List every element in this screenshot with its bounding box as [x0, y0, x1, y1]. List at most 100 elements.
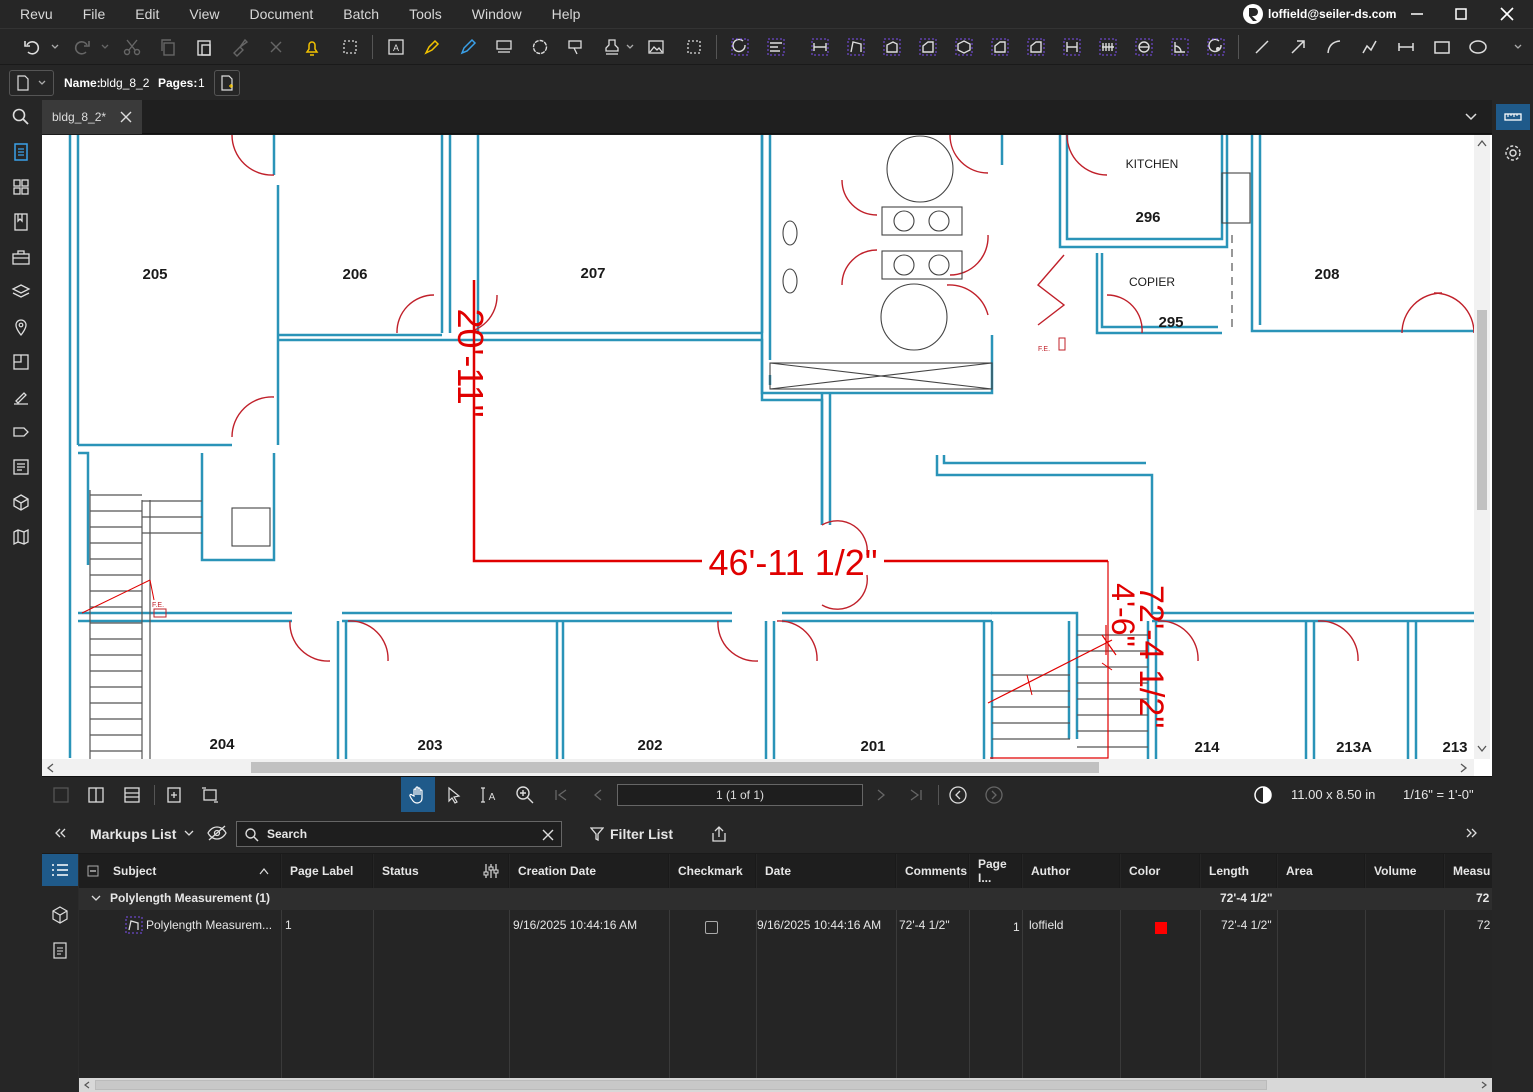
arrow-callout-button[interactable] [564, 35, 588, 59]
export-icon[interactable] [710, 825, 728, 843]
undo-dropdown[interactable] [48, 35, 62, 59]
horizontal-scroll-thumb[interactable] [251, 762, 1099, 773]
layers-panel-button[interactable] [6, 277, 36, 307]
column-creation-date[interactable]: Creation Date [510, 854, 669, 888]
column-settings-icon[interactable] [482, 862, 500, 880]
first-page-icon[interactable] [554, 788, 568, 802]
3d-view-icon[interactable] [50, 905, 70, 925]
split-horizontal-icon[interactable] [123, 786, 141, 804]
measure-calibrate-button[interactable] [728, 35, 752, 59]
pan-tool-button[interactable] [401, 777, 435, 812]
select-area-button[interactable] [338, 35, 362, 59]
minimize-button[interactable] [1394, 0, 1440, 28]
places-panel-button[interactable] [6, 312, 36, 342]
measure-diameter-button[interactable] [1060, 35, 1084, 59]
measurements-panel-button[interactable] [1496, 104, 1530, 130]
measure-polylength-button[interactable] [844, 35, 868, 59]
cloud-button[interactable] [528, 35, 552, 59]
scroll-left-icon[interactable] [83, 1081, 90, 1089]
scroll-left-icon[interactable] [46, 763, 54, 773]
search-panel-button[interactable] [6, 102, 36, 132]
page-number-field[interactable]: 1 (1 of 1) [617, 784, 863, 806]
filter-list-button[interactable]: Filter List [610, 826, 673, 842]
paste-button[interactable] [192, 35, 216, 59]
account-button[interactable]: loffield@seiler-ds.com [1242, 3, 1396, 25]
column-page-label[interactable]: Page Label [282, 854, 373, 888]
scale-readout[interactable]: 1/16" = 1'-0" [1403, 787, 1474, 802]
measure-arc-button[interactable] [1204, 35, 1228, 59]
select-tool-icon[interactable] [444, 785, 464, 805]
redo-button[interactable] [70, 35, 94, 59]
vertical-scrollbar[interactable] [1474, 135, 1490, 759]
column-volume[interactable]: Volume [1366, 854, 1444, 888]
column-subject[interactable]: Subject [79, 854, 281, 888]
hide-markups-icon[interactable] [206, 825, 228, 841]
format-painter-button[interactable] [228, 35, 252, 59]
scroll-up-icon[interactable] [1477, 139, 1487, 147]
measure-count-button[interactable] [1096, 35, 1120, 59]
signatures-panel-button[interactable] [6, 382, 36, 412]
maps-panel-button[interactable] [6, 522, 36, 552]
column-status[interactable]: Status [374, 854, 509, 888]
copy-button[interactable] [156, 35, 180, 59]
column-comments[interactable]: Comments [897, 854, 969, 888]
polyline-button[interactable] [1358, 35, 1382, 59]
highlighter-button[interactable] [420, 35, 444, 59]
ellipse-button[interactable] [1466, 35, 1490, 59]
collapse-all-icon[interactable] [87, 865, 99, 877]
rectangle-button[interactable] [1430, 35, 1454, 59]
spaces-panel-button[interactable] [6, 347, 36, 377]
measure-angle-button[interactable] [1168, 35, 1192, 59]
document-menu-button[interactable] [9, 70, 54, 96]
stamp-dropdown[interactable] [624, 35, 636, 59]
dimension-line-button[interactable] [1394, 35, 1418, 59]
undo-button[interactable] [20, 35, 44, 59]
scroll-right-icon[interactable] [1481, 1081, 1488, 1089]
measure-length-button[interactable] [808, 35, 832, 59]
horizontal-scrollbar[interactable] [42, 759, 1474, 776]
scroll-down-icon[interactable] [1477, 745, 1487, 753]
bookmarks-panel-button[interactable] [6, 207, 36, 237]
report-icon[interactable] [50, 940, 70, 960]
collapse-left-icon[interactable] [54, 828, 66, 838]
column-author[interactable]: Author [1023, 854, 1120, 888]
measure-volume-button[interactable] [952, 35, 976, 59]
line-button[interactable] [1250, 35, 1274, 59]
menu-help[interactable]: Help [532, 0, 591, 28]
filter-icon[interactable] [590, 827, 604, 841]
next-page-icon[interactable] [874, 788, 888, 802]
compare-icon[interactable] [201, 786, 219, 804]
tags-panel-button[interactable] [6, 417, 36, 447]
cut-button[interactable] [120, 35, 144, 59]
image-button[interactable] [644, 35, 668, 59]
measure-wall-button[interactable] [1024, 35, 1048, 59]
properties-panel-button[interactable] [1500, 140, 1526, 166]
measure-dimension-button[interactable] [764, 35, 788, 59]
group-row[interactable]: Polylength Measurement (1) 72'-4 1/2" 72 [79, 888, 1492, 910]
page-size-readout[interactable]: 11.00 x 8.50 in [1291, 787, 1375, 802]
scroll-right-icon[interactable] [1460, 763, 1468, 773]
previous-view-icon[interactable] [948, 785, 968, 805]
split-vertical-icon[interactable] [87, 786, 105, 804]
new-page-button[interactable] [214, 70, 240, 96]
column-checkmark[interactable]: Checkmark [670, 854, 756, 888]
clear-search-icon[interactable] [542, 829, 554, 841]
column-date[interactable]: Date [757, 854, 896, 888]
sync-icon[interactable] [165, 786, 183, 804]
chevron-down-icon[interactable] [184, 830, 194, 838]
column-page-index[interactable]: Page I... [970, 854, 1022, 888]
text-select-icon[interactable]: A [479, 785, 499, 805]
redo-dropdown[interactable] [98, 35, 112, 59]
delete-button[interactable] [264, 35, 288, 59]
menu-tools[interactable]: Tools [389, 0, 452, 28]
list-view-button[interactable] [42, 854, 78, 886]
single-page-view-icon[interactable] [52, 786, 70, 804]
markups-panel-button[interactable] [6, 137, 36, 167]
close-tab-icon[interactable] [120, 111, 132, 123]
menu-revu[interactable]: Revu [0, 0, 63, 28]
menu-window[interactable]: Window [452, 0, 532, 28]
stamp-button[interactable] [600, 35, 624, 59]
expand-right-icon[interactable] [1466, 828, 1478, 838]
measure-radius-button[interactable] [1132, 35, 1156, 59]
close-window-button[interactable] [1484, 0, 1530, 28]
